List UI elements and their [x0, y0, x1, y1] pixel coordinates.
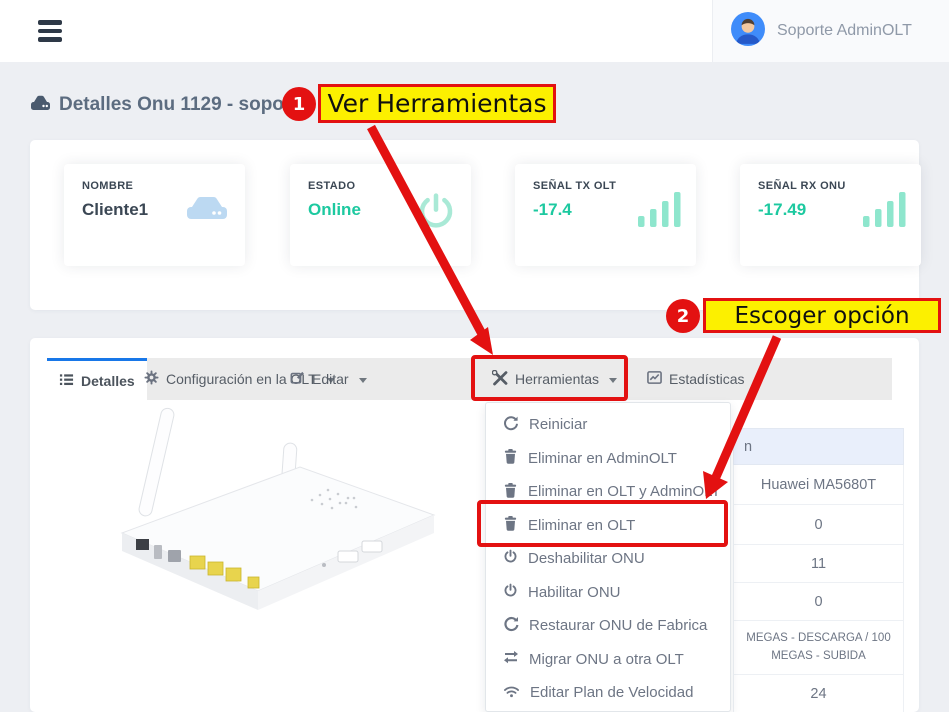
menu-item-eliminar-adminolt[interactable]: Eliminar en AdminOLT [486, 442, 730, 476]
onu-product-image [62, 405, 462, 620]
stat-card-senal-rx: SEÑAL RX ONU -17.49 [740, 164, 921, 266]
menu-item-label: Restaurar ONU de Fabrica [529, 617, 707, 634]
table-cell-olt: Huawei MA5680T [733, 465, 904, 505]
tab-label: Detalles [81, 373, 135, 389]
menu-item-editar-plan[interactable]: Editar Plan de Velocidad [486, 676, 730, 710]
tab-label: Herramientas [515, 371, 599, 387]
tab-herramientas[interactable]: Herramientas [480, 358, 629, 400]
stat-card-nombre: NOMBRE Cliente1 [64, 164, 245, 266]
step-2-callout: Escoger opción [703, 298, 941, 333]
user-name-label: Soporte AdminOLT [777, 22, 912, 40]
top-header: Soporte AdminOLT [0, 0, 949, 62]
menu-item-eliminar-olt-adminolt[interactable]: Eliminar en OLT y AdminOLT [486, 475, 730, 509]
menu-item-label: Reiniciar [529, 416, 587, 433]
power-icon [503, 583, 518, 602]
menu-item-restaurar-onu[interactable]: Restaurar ONU de Fabrica [486, 609, 730, 643]
stat-card-estado: ESTADO Online [290, 164, 471, 266]
signal-bars-icon [863, 190, 907, 233]
trash-icon [503, 448, 518, 468]
step-1-badge: 1 [282, 87, 316, 121]
table-header-cell: n [733, 428, 904, 465]
chart-icon [647, 370, 662, 388]
exchange-icon [503, 650, 519, 668]
app-root: Soporte AdminOLT Detalles Onu 1129 - sop… [0, 0, 949, 712]
table-cell: 0 [733, 505, 904, 545]
trash-icon [503, 482, 518, 502]
trash-icon [503, 515, 518, 535]
refresh-icon [503, 415, 519, 435]
list-icon [59, 372, 74, 390]
signal-bars-icon [638, 190, 682, 233]
avatar [731, 12, 765, 51]
onu-info-table: n Huawei MA5680T 0 11 0 MEGAS - DESCARGA… [733, 428, 904, 712]
table-cell-plan: MEGAS - DESCARGA / 100 MEGAS - SUBIDA [733, 621, 904, 675]
step-1-callout: Ver Herramientas [318, 84, 556, 123]
stat-card-senal-tx: SEÑAL TX OLT -17.4 [515, 164, 696, 266]
menu-item-label: Editar Plan de Velocidad [530, 684, 693, 701]
page-title: Detalles Onu 1129 - soporte [59, 94, 308, 116]
edit-icon [290, 370, 305, 388]
gear-icon [144, 370, 159, 388]
menu-item-migrar-onu[interactable]: Migrar ONU a otra OLT [486, 643, 730, 677]
tab-estadisticas[interactable]: Estadísticas [635, 358, 756, 400]
breadcrumb: Detalles Onu 1129 - soporte [30, 93, 308, 116]
wifi-icon [503, 684, 520, 702]
rotate-icon [503, 616, 519, 636]
menu-item-reiniciar[interactable]: Reiniciar [486, 408, 730, 442]
herramientas-dropdown-menu: Reiniciar Eliminar en AdminOLT Elimina [485, 402, 731, 712]
tools-icon [492, 370, 508, 389]
power-icon [503, 549, 518, 568]
step-2-badge: 2 [666, 299, 700, 333]
chevron-down-icon [359, 378, 367, 383]
menu-item-label: Eliminar en OLT y AdminOLT [528, 483, 721, 500]
router-icon [183, 190, 231, 227]
table-cell: 0 [733, 583, 904, 621]
menu-item-label: Eliminar en AdminOLT [528, 450, 677, 467]
tab-label: Estadísticas [669, 371, 744, 387]
menu-item-label: Deshabilitar ONU [528, 550, 645, 567]
chevron-down-icon [609, 378, 617, 383]
menu-item-label: Habilitar ONU [528, 584, 621, 601]
stats-panel: NOMBRE Cliente1 ESTADO Online [30, 140, 919, 310]
user-menu[interactable]: Soporte AdminOLT [712, 0, 949, 62]
menu-item-eliminar-olt[interactable]: Eliminar en OLT [486, 509, 730, 543]
menu-item-habilitar-onu[interactable]: Habilitar ONU [486, 576, 730, 610]
menu-item-label: Migrar ONU a otra OLT [529, 651, 684, 668]
tab-label: Editar [312, 371, 349, 387]
onu-title-icon [30, 93, 51, 116]
power-icon [415, 190, 457, 237]
table-cell: 24 [733, 675, 904, 712]
hamburger-menu-icon[interactable] [38, 20, 64, 42]
menu-item-deshabilitar-onu[interactable]: Deshabilitar ONU [486, 542, 730, 576]
table-cell: 11 [733, 545, 904, 583]
tab-bar: Detalles Configuración [48, 358, 892, 400]
menu-item-label: Eliminar en OLT [528, 517, 635, 534]
tab-editar[interactable]: Editar [278, 358, 379, 400]
